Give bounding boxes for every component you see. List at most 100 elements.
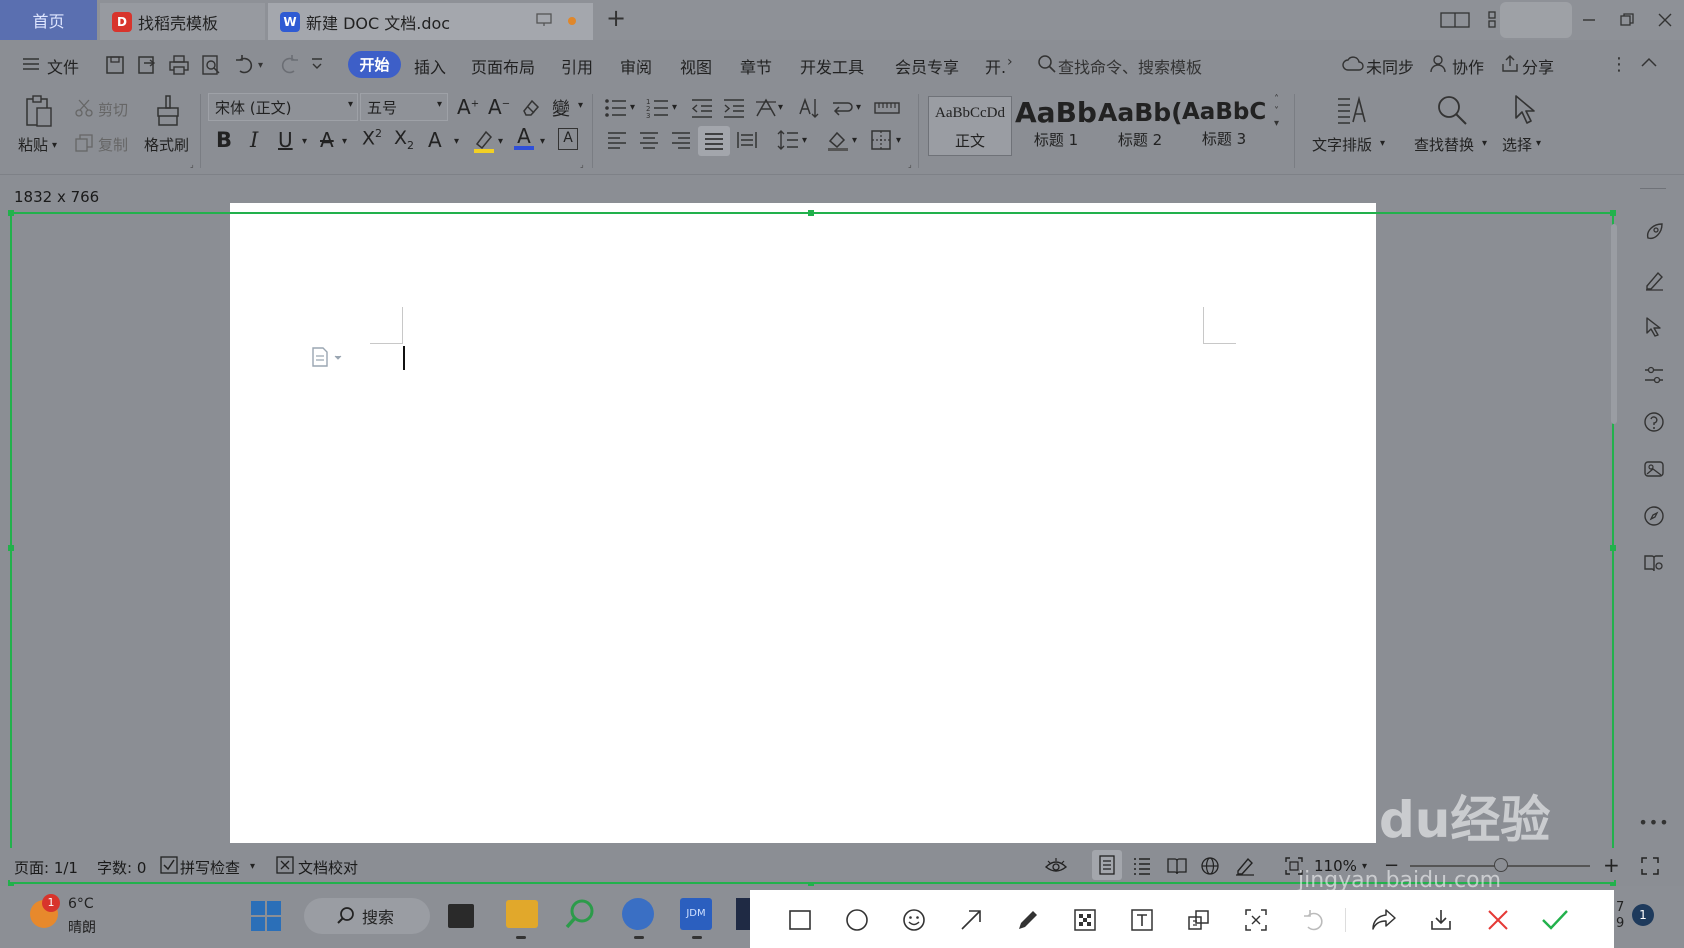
outline-view-icon[interactable] bbox=[1132, 856, 1152, 876]
italic-icon[interactable]: I bbox=[250, 128, 258, 152]
weather-temp[interactable]: 6°C bbox=[68, 896, 94, 912]
format-painter-icon[interactable] bbox=[154, 94, 182, 128]
cut-button[interactable]: 剪切 bbox=[98, 99, 128, 120]
save-icon[interactable] bbox=[104, 54, 126, 76]
tab-home[interactable]: 首页 bbox=[0, 0, 97, 40]
screen-icon[interactable] bbox=[536, 13, 552, 27]
numbered-dropdown-icon[interactable]: ▾ bbox=[672, 102, 677, 113]
pinyin-dropdown-icon[interactable]: ▾ bbox=[578, 100, 583, 111]
format-painter-button[interactable]: 格式刷 bbox=[144, 134, 189, 155]
subscript-icon[interactable]: X2 bbox=[394, 127, 414, 152]
spell-check-dropdown-icon[interactable]: ▾ bbox=[250, 861, 255, 872]
paste-button[interactable]: 粘贴 bbox=[18, 134, 48, 155]
restore-icon[interactable] bbox=[1612, 6, 1642, 34]
hamburger-icon[interactable] bbox=[22, 56, 40, 72]
tab-document[interactable]: W 新建 DOC 文档.doc bbox=[268, 3, 593, 40]
chinese-layout-icon[interactable] bbox=[754, 97, 778, 119]
clear-format-icon[interactable] bbox=[520, 97, 542, 119]
terminal-app-icon[interactable] bbox=[448, 904, 474, 928]
taskbar-search[interactable]: 搜索 bbox=[304, 898, 430, 934]
undo-icon[interactable] bbox=[234, 54, 256, 76]
write-mode-icon[interactable] bbox=[1234, 856, 1256, 876]
superscript-icon[interactable]: X2 bbox=[362, 127, 382, 149]
bullet-dropdown-icon[interactable]: ▾ bbox=[630, 102, 635, 113]
menu-more[interactable]: 开. bbox=[985, 54, 1006, 78]
arrow-tool-icon[interactable] bbox=[957, 906, 985, 934]
print-icon[interactable] bbox=[168, 54, 190, 76]
text-effect-icon[interactable]: A bbox=[428, 128, 442, 152]
font-name-dropdown-icon[interactable]: ▾ bbox=[348, 99, 353, 110]
style-heading-3[interactable]: AaBbC 标题 3 bbox=[1182, 96, 1266, 156]
compass-icon[interactable] bbox=[1640, 502, 1668, 530]
undo-annotation-icon[interactable] bbox=[1299, 906, 1327, 934]
find-replace-icon[interactable] bbox=[1436, 94, 1468, 126]
spell-check-button[interactable]: 拼写检查 bbox=[180, 857, 240, 878]
clipboard-launcher-icon[interactable]: ⌟ bbox=[190, 160, 194, 169]
rocket-icon[interactable] bbox=[1640, 218, 1668, 246]
line-spacing-icon[interactable] bbox=[776, 129, 800, 151]
cancel-screenshot-icon[interactable] bbox=[1484, 906, 1512, 934]
sogou-app-icon[interactable] bbox=[622, 898, 654, 930]
customize-toolbar-icon[interactable] bbox=[310, 56, 324, 72]
rectangle-tool-icon[interactable] bbox=[786, 906, 814, 934]
proofread-button[interactable]: 文档校对 bbox=[298, 857, 358, 878]
menu-start[interactable]: 开始 bbox=[348, 51, 401, 78]
share-button[interactable]: 分享 bbox=[1522, 54, 1554, 78]
save-screenshot-icon[interactable] bbox=[1427, 906, 1455, 934]
text-layout-button[interactable]: 文字排版 bbox=[1312, 134, 1372, 155]
ocr-tool-icon[interactable] bbox=[1242, 906, 1270, 934]
reading-view-icon[interactable] bbox=[1166, 856, 1188, 876]
increase-indent-icon[interactable] bbox=[722, 97, 746, 119]
scrollbar-thumb[interactable] bbox=[1611, 224, 1617, 424]
menu-insert[interactable]: 插入 bbox=[414, 54, 446, 78]
export-pdf-icon[interactable] bbox=[136, 54, 158, 76]
menu-page-layout[interactable]: 页面布局 bbox=[471, 54, 535, 78]
sort-icon[interactable] bbox=[796, 96, 820, 120]
menu-references[interactable]: 引用 bbox=[561, 54, 593, 78]
download-manager-icon[interactable]: JDM bbox=[680, 898, 712, 930]
bold-icon[interactable]: B bbox=[216, 128, 232, 152]
menu-member[interactable]: 会员专享 bbox=[895, 54, 959, 78]
pinyin-guide-icon[interactable]: 變 bbox=[552, 95, 570, 121]
windows-start-icon[interactable] bbox=[250, 900, 282, 932]
borders-icon[interactable] bbox=[870, 129, 892, 151]
fullscreen-icon[interactable] bbox=[1640, 856, 1660, 876]
command-search-input[interactable]: 查找命令、搜索模板 bbox=[1058, 54, 1202, 78]
borders-dropdown-icon[interactable]: ▾ bbox=[896, 135, 901, 146]
align-center-icon[interactable] bbox=[638, 130, 660, 150]
resize-handle-tl[interactable] bbox=[8, 210, 14, 216]
adjust-sliders-icon[interactable] bbox=[1640, 361, 1668, 389]
strikethrough-dropdown-icon[interactable]: ▾ bbox=[342, 136, 347, 147]
char-border-icon[interactable]: A bbox=[558, 128, 578, 150]
minimize-icon[interactable] bbox=[1574, 6, 1604, 34]
style-normal[interactable]: AaBbCcDd 正文 bbox=[928, 96, 1012, 156]
search-app-icon[interactable] bbox=[564, 898, 596, 930]
select-dropdown-icon[interactable]: ▾ bbox=[1536, 138, 1541, 149]
align-left-icon[interactable] bbox=[606, 130, 628, 150]
zoom-in-icon[interactable]: + bbox=[1603, 855, 1620, 875]
file-explorer-icon[interactable] bbox=[506, 900, 538, 928]
ellipse-tool-icon[interactable] bbox=[843, 906, 871, 934]
menu-review[interactable]: 审阅 bbox=[620, 54, 652, 78]
share-screenshot-icon[interactable] bbox=[1370, 906, 1398, 934]
distributed-icon[interactable] bbox=[736, 130, 758, 150]
menu-file[interactable]: 文件 bbox=[47, 54, 79, 78]
chinese-layout-dropdown-icon[interactable]: ▾ bbox=[778, 102, 783, 113]
more-options-icon[interactable]: ⋮ bbox=[1610, 54, 1628, 75]
paragraph-mark-icon[interactable] bbox=[830, 97, 854, 119]
shrink-font-icon[interactable]: A− bbox=[488, 95, 510, 119]
page-view-icon[interactable] bbox=[1092, 850, 1122, 880]
bullet-list-icon[interactable] bbox=[604, 97, 628, 119]
mosaic-tool-icon[interactable] bbox=[1071, 906, 1099, 934]
pencil-tool-icon[interactable] bbox=[1014, 906, 1042, 934]
menu-developer[interactable]: 开发工具 bbox=[800, 54, 864, 78]
ruler-icon[interactable] bbox=[874, 100, 900, 116]
avatar[interactable] bbox=[1500, 2, 1572, 38]
pin-tool-icon[interactable] bbox=[1185, 906, 1213, 934]
font-launcher-icon[interactable]: ⌟ bbox=[580, 160, 584, 169]
text-layout-dropdown-icon[interactable]: ▾ bbox=[1380, 138, 1385, 149]
highlight-icon[interactable] bbox=[472, 128, 496, 154]
notification-badge[interactable]: 1 bbox=[1632, 904, 1654, 926]
text-tool-icon[interactable] bbox=[1128, 906, 1156, 934]
highlight-dropdown-icon[interactable]: ▾ bbox=[498, 136, 503, 147]
